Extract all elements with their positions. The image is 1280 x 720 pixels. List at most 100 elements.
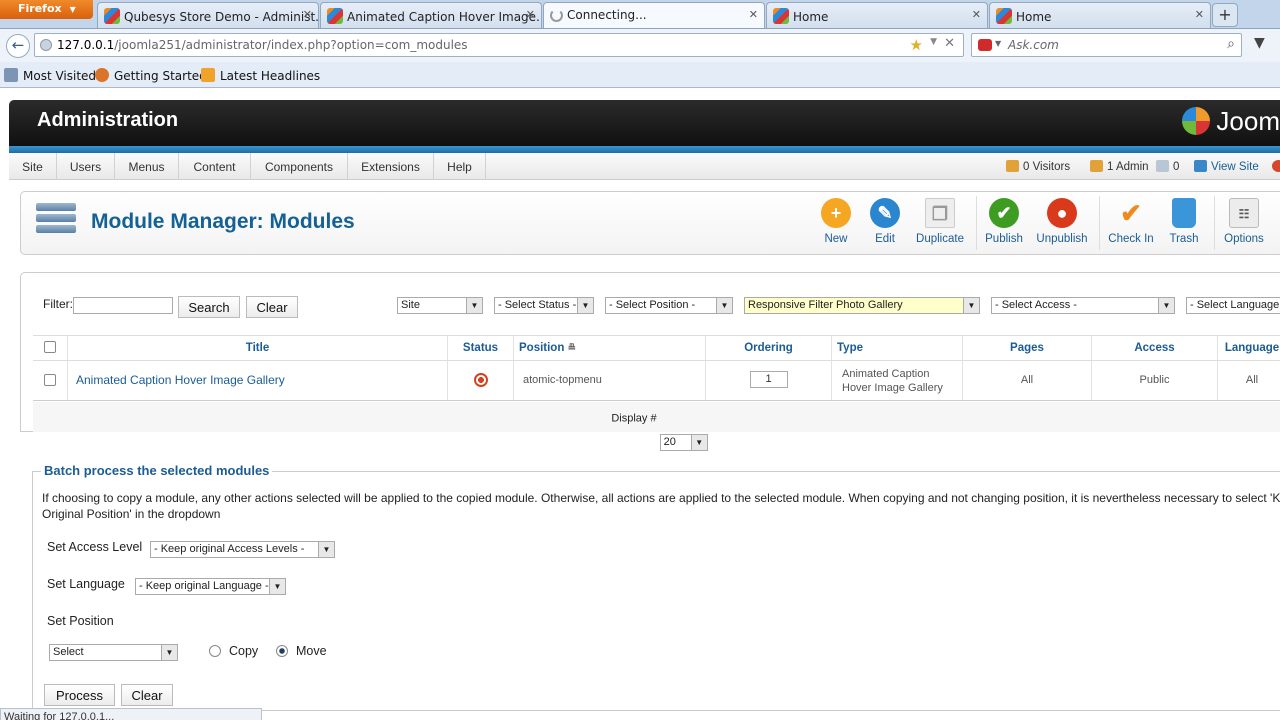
- menu-content[interactable]: Content: [179, 153, 251, 180]
- table-header: Title Status Position ≞ Ordering Type Pa…: [33, 335, 1280, 361]
- trash-label: Trash: [1169, 233, 1199, 245]
- browser-tab[interactable]: Qubesys Store Demo - Administ... ✕: [97, 2, 319, 28]
- search-button[interactable]: Search: [178, 296, 240, 318]
- edit-label: Edit: [875, 233, 895, 245]
- stop-icon[interactable]: ✕: [944, 36, 955, 51]
- row-pages: All: [963, 361, 1092, 400]
- select-all-cell: [33, 336, 68, 360]
- search-bar[interactable]: ▼ Ask.com ⌕: [971, 33, 1242, 57]
- menu-components[interactable]: Components: [251, 153, 348, 180]
- row-type-line1: Animated Caption: [842, 368, 930, 380]
- ordering-input[interactable]: 1: [749, 371, 788, 388]
- duplicate-button[interactable]: ❐ Duplicate: [908, 198, 972, 245]
- access-select[interactable]: - Select Access - ▼: [991, 297, 1175, 314]
- column-access[interactable]: Access: [1092, 336, 1218, 360]
- search-placeholder: Ask.com: [1008, 38, 1059, 52]
- move-option[interactable]: Move: [276, 644, 327, 658]
- close-icon[interactable]: ✕: [749, 8, 758, 21]
- row-title-link[interactable]: Animated Caption Hover Image Gallery: [68, 361, 448, 400]
- copy-option[interactable]: Copy: [209, 644, 258, 658]
- url-bar[interactable]: 127.0.0.1/joomla251/administrator/index.…: [34, 33, 964, 57]
- view-site-link[interactable]: View Site: [1194, 160, 1259, 173]
- menu-menus[interactable]: Menus: [115, 153, 179, 180]
- batch-access-select[interactable]: - Keep original Access Levels - ▼: [150, 541, 335, 558]
- close-icon[interactable]: ✕: [1195, 8, 1204, 21]
- process-button[interactable]: Process: [44, 684, 115, 706]
- select-all-checkbox[interactable]: [44, 341, 56, 353]
- access-select-value: - Select Access -: [995, 299, 1077, 311]
- batch-clear-button[interactable]: Clear: [121, 684, 173, 706]
- firefox-menu-button[interactable]: Firefox ▼: [0, 0, 93, 19]
- view-site-label: View Site: [1211, 161, 1259, 173]
- menu-help[interactable]: Help: [434, 153, 486, 180]
- column-status[interactable]: Status: [448, 336, 514, 360]
- display-count-select[interactable]: 20 ▼: [659, 434, 708, 451]
- logout-link[interactable]: [1272, 160, 1280, 173]
- messages-icon: [1156, 160, 1169, 172]
- filter-search-input[interactable]: [73, 297, 173, 314]
- client-select[interactable]: Site ▼: [397, 297, 483, 314]
- language-select[interactable]: - Select Language -: [1186, 297, 1280, 314]
- chevron-down-icon[interactable]: ▼: [995, 39, 1001, 48]
- batch-position-select[interactable]: Select ▼: [49, 644, 178, 661]
- copy-radio[interactable]: [209, 645, 221, 657]
- column-pages[interactable]: Pages: [963, 336, 1092, 360]
- browser-tab[interactable]: Home ✕: [766, 2, 988, 28]
- plus-icon: +: [1218, 5, 1232, 24]
- download-icon[interactable]: ▼: [1254, 35, 1265, 51]
- tab-title: Home: [1016, 10, 1052, 24]
- search-engine-icon[interactable]: [978, 39, 992, 51]
- plus-icon: +: [821, 198, 851, 228]
- menu-extensions[interactable]: Extensions: [348, 153, 434, 180]
- close-icon[interactable]: ✕: [972, 8, 981, 21]
- bookmark-star-icon[interactable]: ★: [910, 36, 923, 54]
- messages-status[interactable]: 0: [1156, 160, 1179, 173]
- bookmark-getting-started[interactable]: Getting Started: [95, 68, 207, 83]
- firefox-menu-label: Firefox: [18, 2, 62, 15]
- new-tab-button[interactable]: +: [1212, 3, 1238, 27]
- status-select-value: - Select Status -: [498, 299, 577, 311]
- batch-language-select[interactable]: - Keep original Language - ▼: [135, 578, 286, 595]
- column-ordering[interactable]: Ordering: [706, 336, 832, 360]
- options-button[interactable]: ☷ Options: [1212, 198, 1276, 245]
- joomla-favicon-icon: [104, 8, 120, 24]
- clear-filter-button[interactable]: Clear: [246, 296, 298, 318]
- status-select[interactable]: - Select Status - ▼: [494, 297, 594, 314]
- close-icon[interactable]: ✕: [303, 8, 312, 21]
- publish-button[interactable]: ✔ Publish: [972, 198, 1036, 245]
- position-select[interactable]: - Select Position - ▼: [605, 297, 733, 314]
- url-path: /joomla251/administrator/index.php?optio…: [114, 38, 468, 52]
- trash-button[interactable]: Trash: [1152, 198, 1216, 245]
- module-type-select-value: Responsive Filter Photo Gallery: [748, 299, 903, 311]
- column-title[interactable]: Title: [68, 336, 448, 360]
- close-icon[interactable]: ✕: [526, 8, 535, 21]
- chevron-down-icon: ▼: [318, 542, 334, 557]
- column-type[interactable]: Type: [832, 336, 963, 360]
- module-type-select[interactable]: Responsive Filter Photo Gallery ▼: [744, 297, 980, 314]
- set-access-label: Set Access Level: [47, 540, 143, 554]
- admin-user-icon: [1090, 160, 1103, 172]
- magnifier-icon[interactable]: ⌕: [1227, 36, 1235, 52]
- move-radio[interactable]: [276, 645, 288, 657]
- bookmark-latest-headlines[interactable]: Latest Headlines: [201, 68, 320, 83]
- firefox-icon: [95, 68, 109, 82]
- back-button[interactable]: ←: [6, 34, 30, 58]
- bookmark-most-visited[interactable]: Most Visited: [4, 68, 96, 83]
- unpublished-status-icon[interactable]: [473, 373, 488, 387]
- messages-count: 0: [1173, 161, 1180, 173]
- chevron-down-icon[interactable]: ▼: [930, 37, 937, 47]
- table-row: Animated Caption Hover Image Gallery ato…: [33, 361, 1280, 401]
- tab-title: Connecting...: [567, 8, 647, 22]
- filter-label: Filter:: [43, 297, 73, 311]
- batch-language-value: - Keep original Language -: [139, 580, 269, 592]
- chevron-down-icon: ▼: [161, 645, 177, 660]
- row-checkbox[interactable]: [44, 374, 56, 386]
- browser-tab[interactable]: Home ✕: [989, 2, 1211, 28]
- column-position[interactable]: Position ≞: [514, 336, 706, 360]
- menu-site[interactable]: Site: [9, 153, 57, 180]
- browser-tab[interactable]: Animated Caption Hover Image... ✕: [320, 2, 542, 28]
- browser-tab-active[interactable]: Connecting... ✕: [543, 2, 765, 28]
- column-language[interactable]: Language: [1218, 336, 1280, 360]
- menu-users[interactable]: Users: [57, 153, 115, 180]
- unpublish-button[interactable]: ● Unpublish: [1030, 198, 1094, 245]
